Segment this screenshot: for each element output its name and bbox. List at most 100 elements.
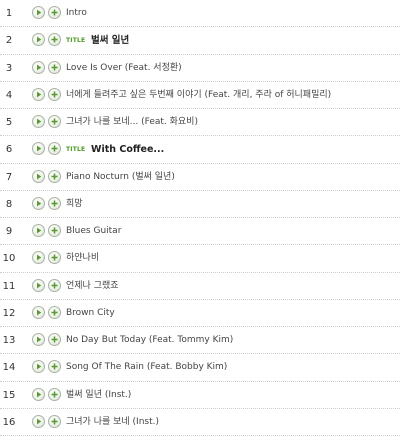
track-title[interactable]: 하얀나비 — [66, 245, 99, 272]
track-row[interactable]: 6 TITLE With Coffee... — [0, 136, 400, 164]
track-row[interactable]: 15 벌써 일년 (Inst.) — [0, 382, 400, 409]
track-number: 9 — [5, 226, 13, 237]
track-title[interactable]: Piano Nocturn (벌써 일년) — [66, 164, 175, 191]
add-icon — [51, 254, 58, 261]
add-icon — [51, 9, 58, 16]
track-title[interactable]: 그녀가 나를 보네... (Feat. 화요비) — [66, 109, 198, 136]
play-button[interactable] — [32, 33, 45, 47]
track-number: 6 — [5, 144, 13, 156]
play-button[interactable] — [32, 387, 45, 401]
track-title[interactable]: Love Is Over (Feat. 서정환) — [66, 55, 182, 82]
track-row[interactable]: 12 Brown City — [0, 300, 400, 327]
play-icon — [37, 227, 42, 234]
add-icon — [51, 227, 58, 234]
track-row[interactable]: 10 하얀나비 — [0, 245, 400, 273]
track-number: 14 — [2, 362, 16, 374]
track-title[interactable]: With Coffee... — [91, 136, 164, 163]
add-icon — [51, 64, 58, 70]
play-icon — [37, 254, 42, 261]
track-number: 3 — [5, 62, 13, 74]
track-title[interactable]: Intro — [66, 0, 87, 27]
add-to-playlist-button[interactable] — [48, 224, 61, 237]
track-row[interactable]: 3 Love Is Over (Feat. 서정환) — [0, 55, 400, 82]
play-icon — [37, 418, 42, 425]
track-row[interactable]: 16 그녀가 나를 보네 (Inst.) — [0, 409, 400, 436]
play-icon — [37, 309, 42, 316]
add-icon — [51, 173, 58, 179]
add-to-playlist-button[interactable] — [48, 333, 61, 346]
track-row[interactable]: 8 희망 — [0, 191, 400, 218]
add-icon — [51, 145, 58, 152]
track-row[interactable]: 4 너에게 들려주고 싶은 두번째 이야기 (Feat. 개리, 주라 of 허니… — [0, 82, 400, 109]
title-track-badge: TITLE — [66, 37, 86, 45]
track-row[interactable]: 1 Intro — [0, 0, 400, 28]
track-row[interactable]: 7 Piano Nocturn (벌써 일년) — [0, 164, 400, 191]
track-number: 16 — [2, 416, 16, 428]
play-button[interactable] — [32, 115, 45, 128]
add-to-playlist-button[interactable] — [48, 33, 61, 47]
play-button[interactable] — [32, 142, 45, 156]
track-number: 13 — [2, 335, 16, 346]
add-to-playlist-button[interactable] — [48, 360, 61, 374]
play-button[interactable] — [32, 333, 45, 346]
add-to-playlist-button[interactable] — [48, 60, 61, 74]
add-icon — [51, 200, 58, 207]
track-title[interactable]: 벌써 일년 (Inst.) — [66, 382, 131, 409]
play-button[interactable] — [32, 251, 45, 265]
play-button[interactable] — [32, 87, 45, 101]
play-icon — [37, 391, 42, 397]
track-title[interactable]: 벌써 일년 — [91, 27, 129, 54]
track-title[interactable]: 희망 — [66, 191, 83, 218]
add-to-playlist-button[interactable] — [48, 305, 61, 319]
add-to-playlist-button[interactable] — [48, 387, 61, 401]
track-title[interactable]: Brown City — [66, 300, 115, 327]
play-button[interactable] — [32, 60, 45, 74]
play-button[interactable] — [32, 6, 45, 19]
add-to-playlist-button[interactable] — [48, 115, 61, 128]
track-row[interactable]: 5 그녀가 나를 보네... (Feat. 화요비) — [0, 109, 400, 137]
add-icon — [51, 418, 58, 425]
add-to-playlist-button[interactable] — [48, 142, 61, 156]
track-title[interactable]: No Day But Today (Feat. Tommy Kim) — [66, 327, 233, 354]
play-button[interactable] — [32, 360, 45, 374]
track-title[interactable]: Song Of The Rain (Feat. Bobby Kim) — [66, 354, 227, 381]
track-row[interactable]: 9 Blues Guitar — [0, 218, 400, 246]
add-to-playlist-button[interactable] — [48, 169, 61, 183]
play-button[interactable] — [32, 196, 45, 210]
play-icon — [37, 336, 42, 343]
add-to-playlist-button[interactable] — [48, 87, 61, 101]
play-button[interactable] — [32, 305, 45, 319]
add-to-playlist-button[interactable] — [48, 251, 61, 265]
add-icon — [51, 363, 58, 370]
add-to-playlist-button[interactable] — [48, 278, 61, 292]
track-number: 5 — [5, 117, 13, 128]
add-to-playlist-button[interactable] — [48, 6, 61, 19]
track-row[interactable]: 13 No Day But Today (Feat. Tommy Kim) — [0, 327, 400, 355]
track-row[interactable]: 14 Song Of The Rain (Feat. Bobby Kim) — [0, 354, 400, 382]
add-to-playlist-button[interactable] — [48, 196, 61, 210]
play-button[interactable] — [32, 414, 45, 428]
track-title[interactable]: 너에게 들려주고 싶은 두번째 이야기 (Feat. 개리, 주라 of 허니패… — [66, 82, 331, 109]
play-button[interactable] — [32, 224, 45, 237]
track-number: 12 — [2, 307, 16, 319]
track-number: 11 — [2, 280, 16, 292]
track-title[interactable]: 언제나 그랬죠 — [66, 273, 119, 300]
add-icon — [51, 391, 58, 397]
play-button[interactable] — [32, 169, 45, 183]
add-icon — [51, 91, 58, 98]
track-row[interactable]: 11 언제나 그랬죠 — [0, 273, 400, 300]
play-button[interactable] — [32, 278, 45, 292]
play-icon — [37, 118, 42, 125]
play-icon — [37, 36, 42, 43]
play-icon — [37, 282, 42, 288]
play-icon — [37, 64, 42, 70]
title-track-badge: TITLE — [66, 146, 86, 154]
track-title[interactable]: Blues Guitar — [66, 218, 121, 245]
play-icon — [37, 9, 42, 16]
track-row[interactable]: 2 TITLE 벌써 일년 — [0, 27, 400, 55]
play-icon — [37, 173, 42, 179]
track-title[interactable]: 그녀가 나를 보네 (Inst.) — [66, 409, 159, 436]
add-to-playlist-button[interactable] — [48, 414, 61, 428]
add-icon — [51, 118, 58, 125]
play-icon — [37, 145, 42, 152]
